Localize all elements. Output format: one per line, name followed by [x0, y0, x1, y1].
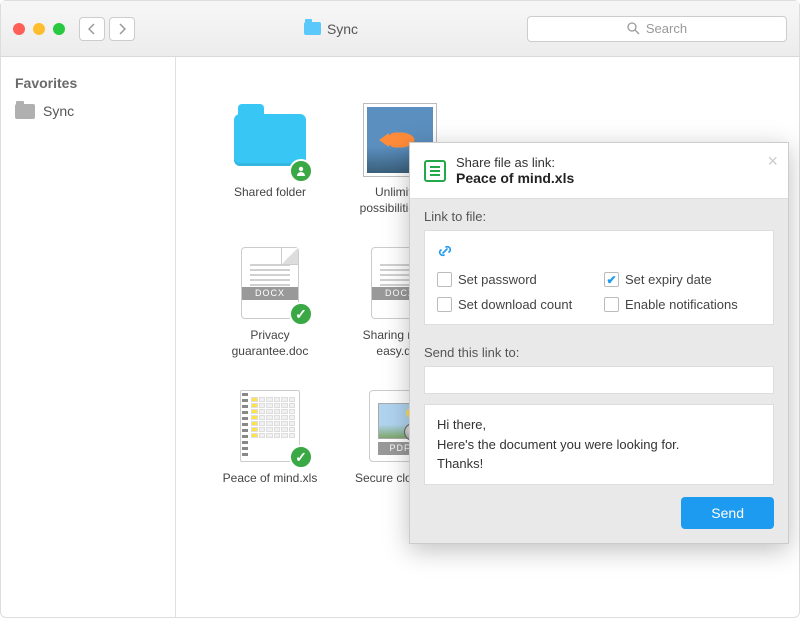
checkbox-icon [437, 272, 452, 287]
dialog-header: Share file as link: Peace of mind.xls × [410, 143, 788, 199]
folder-icon [15, 104, 35, 119]
search-input[interactable]: Search [527, 16, 787, 42]
synced-badge-icon: ✓ [289, 445, 313, 469]
close-icon[interactable]: × [767, 151, 778, 172]
share-dialog: Share file as link: Peace of mind.xls × … [409, 142, 789, 544]
link-section-label: Link to file: [410, 199, 788, 230]
minimize-window-button[interactable] [33, 23, 45, 35]
link-icon [437, 243, 761, 262]
sidebar: Favorites Sync [1, 57, 176, 617]
file-label: Peace of mind.xls [223, 471, 318, 487]
option-enable-notifications[interactable]: Enable notifications [604, 297, 761, 312]
send-button[interactable]: Send [681, 497, 774, 529]
search-placeholder: Search [646, 21, 687, 36]
sidebar-heading: Favorites [15, 75, 161, 91]
close-window-button[interactable] [13, 23, 25, 35]
recipients-input[interactable] [424, 366, 774, 394]
message-textarea[interactable]: Hi there, Here's the document you were l… [424, 404, 774, 485]
folder-icon [304, 22, 321, 35]
file-item[interactable]: ✓ Peace of mind.xls [210, 387, 330, 487]
file-label: Shared folder [234, 185, 306, 201]
window-titlebar: Sync Search [1, 1, 799, 57]
folder-icon [234, 114, 306, 166]
send-section-label: Send this link to: [410, 335, 788, 366]
file-item[interactable]: Shared folder [210, 101, 330, 216]
checkbox-checked-icon [604, 272, 619, 287]
file-item[interactable]: DOCX ✓ Privacy guarantee.doc [210, 244, 330, 359]
checkbox-icon [437, 297, 452, 312]
nav-back-button[interactable] [79, 17, 105, 41]
sidebar-item-label: Sync [43, 103, 74, 119]
sidebar-item-sync[interactable]: Sync [15, 101, 161, 121]
file-label: Privacy guarantee.doc [212, 328, 328, 359]
zoom-window-button[interactable] [53, 23, 65, 35]
dialog-filename: Peace of mind.xls [456, 170, 574, 186]
option-set-download-count[interactable]: Set download count [437, 297, 594, 312]
option-set-expiry[interactable]: Set expiry date [604, 272, 761, 287]
window-title: Sync [327, 21, 358, 37]
nav-forward-button[interactable] [109, 17, 135, 41]
shared-badge-icon [289, 159, 313, 183]
spreadsheet-icon [424, 160, 446, 182]
option-set-password[interactable]: Set password [437, 272, 594, 287]
checkbox-icon [604, 297, 619, 312]
dialog-subtitle: Share file as link: [456, 155, 574, 170]
search-icon [627, 22, 640, 35]
synced-badge-icon: ✓ [289, 302, 313, 326]
link-options-panel: Set password Set expiry date Set downloa… [424, 230, 774, 325]
window-controls [13, 23, 65, 35]
